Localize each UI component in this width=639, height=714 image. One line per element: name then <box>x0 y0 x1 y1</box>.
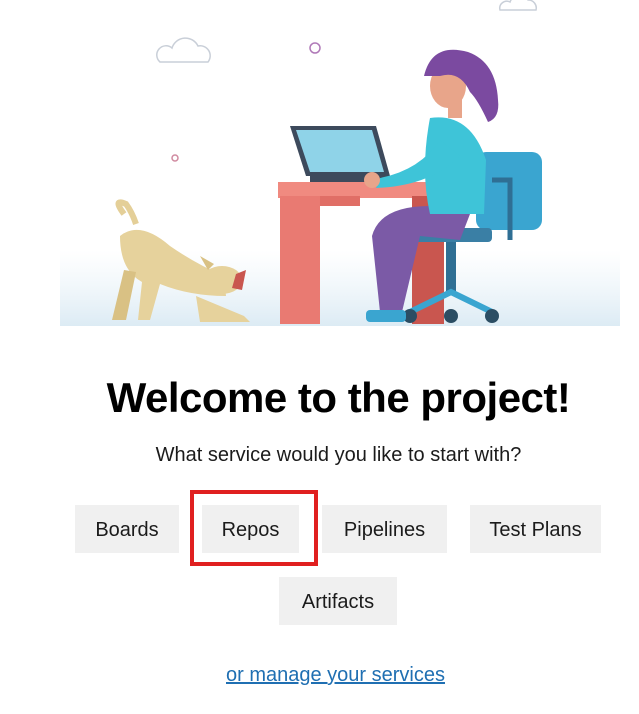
decor-circle-icon <box>309 42 321 54</box>
service-button-pipelines[interactable]: Pipelines <box>322 505 447 553</box>
cloud-icon <box>156 37 211 63</box>
page-subtitle: What service would you like to start wit… <box>155 444 522 466</box>
page-title: Welcome to the project! <box>106 374 571 421</box>
service-button-artifacts[interactable]: Artifacts <box>279 577 397 625</box>
manage-services-link[interactable]: or manage your services <box>226 664 445 687</box>
service-button-boards[interactable]: Boards <box>75 505 179 553</box>
service-button-test-plans[interactable]: Test Plans <box>470 505 601 553</box>
repos-highlight-box <box>190 490 318 566</box>
hero-illustration <box>60 0 620 326</box>
decor-circle-icon <box>171 154 179 162</box>
laptop-icon <box>290 126 400 182</box>
cloud-icon <box>499 0 537 11</box>
